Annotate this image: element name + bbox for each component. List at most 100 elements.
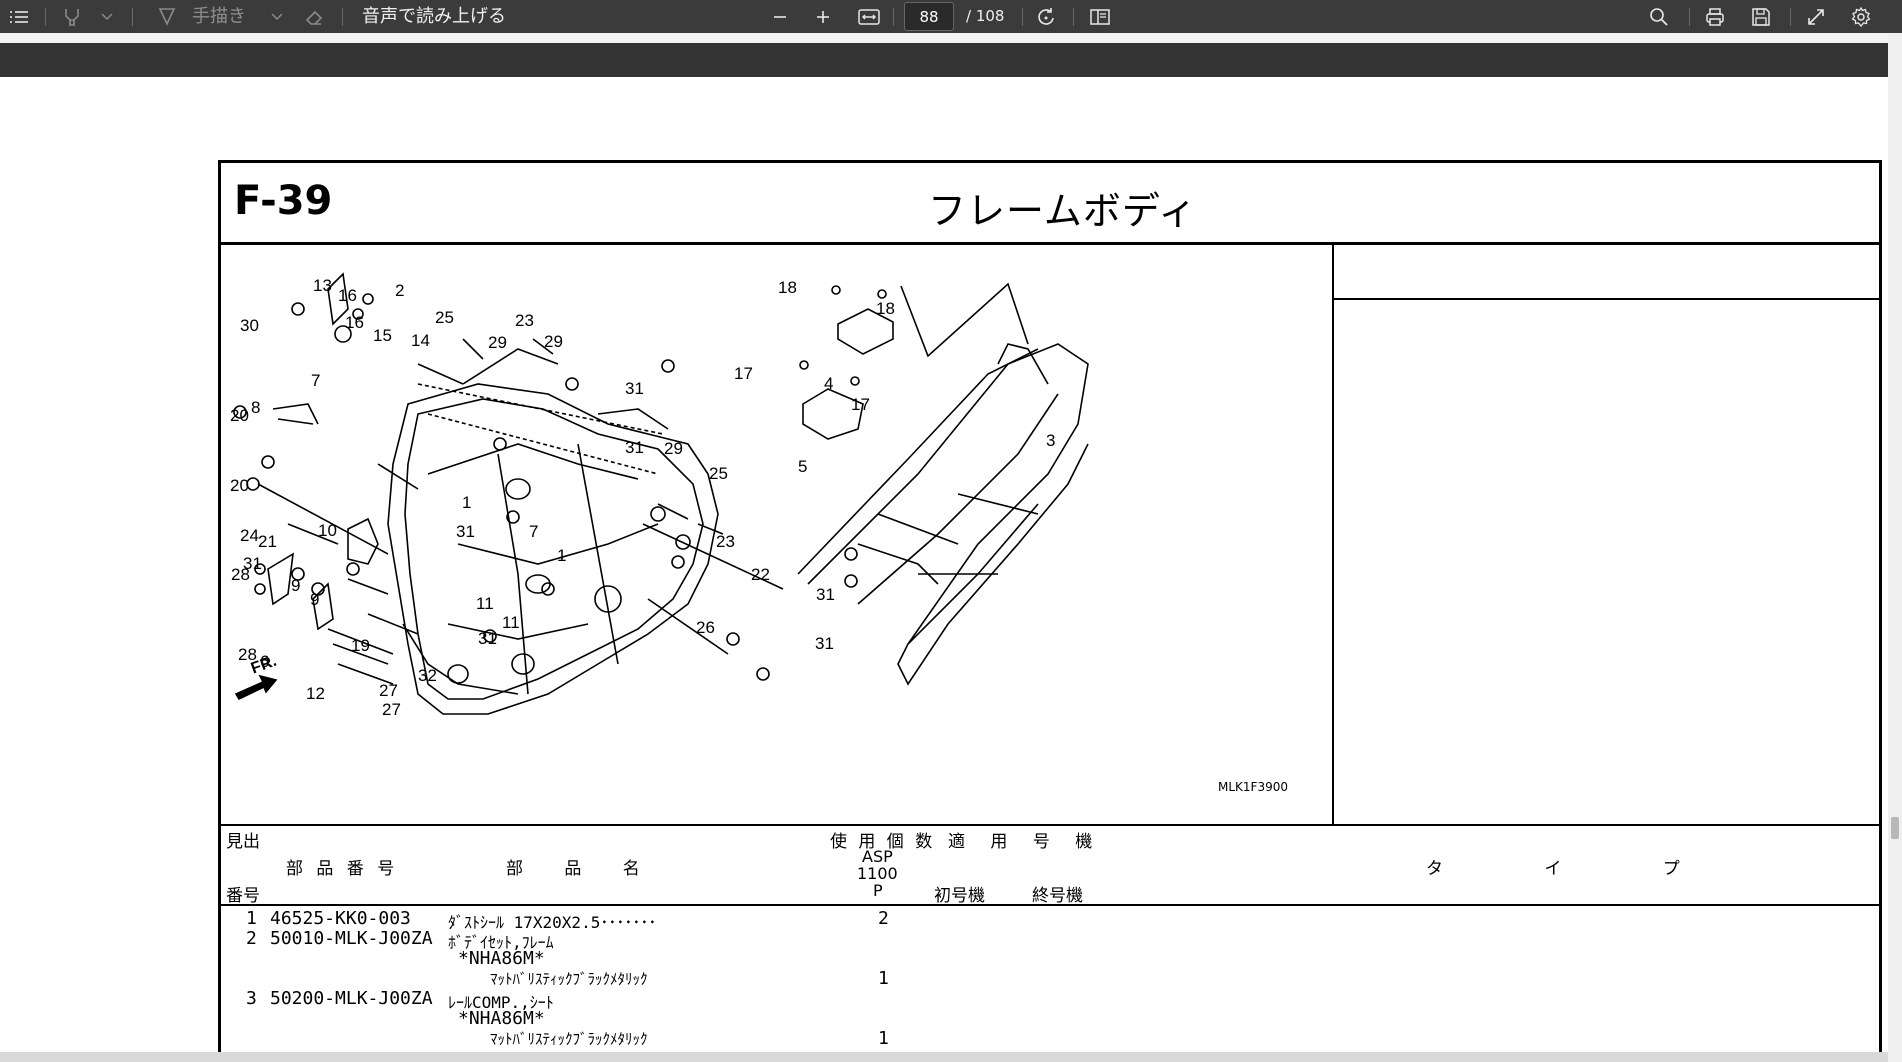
page-gap-strip <box>0 43 1902 77</box>
callout-number: 4 <box>824 374 833 393</box>
row-no: 3 <box>246 988 257 1009</box>
settings-gear-icon[interactable] <box>1848 0 1874 33</box>
callout-number: 16 <box>345 313 364 332</box>
callout-number: 32 <box>418 666 437 685</box>
side-box-divider <box>1333 298 1882 300</box>
header-bango: 番号 <box>226 886 260 906</box>
vertical-scroll-thumb[interactable] <box>1891 817 1899 839</box>
callout-number: 20 <box>230 476 249 495</box>
header-last-unit: 終号機 <box>1032 886 1083 906</box>
diagram-code: MLK1F3900 <box>1218 780 1288 794</box>
pdf-toolbar: 手描き 音声で読み上げる 88 / 108 <box>0 0 1902 33</box>
row-color-code: *NHA86M* <box>458 1008 545 1029</box>
callout-number: 7 <box>311 371 320 390</box>
callout-number: 18 <box>778 278 797 297</box>
callout-number: 29 <box>664 439 683 458</box>
highlighter-chevron-icon[interactable] <box>98 0 116 33</box>
callout-number: 9 <box>291 576 300 595</box>
callout-number: 11 <box>476 594 494 613</box>
header-part-name: 部 品 名 <box>506 859 658 879</box>
callout-number: 31 <box>625 379 644 398</box>
rotate-icon[interactable] <box>1033 0 1059 33</box>
fit-width-icon[interactable] <box>856 0 882 33</box>
zoom-in-icon[interactable] <box>811 0 835 33</box>
row-no: 1 <box>246 908 257 929</box>
row-qty: 2 <box>878 908 889 929</box>
row-part-number: 46525-KK0-003 <box>270 908 411 929</box>
diagram-right-border <box>1332 244 1334 824</box>
callout-number: 31 <box>456 522 475 541</box>
callout-number: 30 <box>240 316 259 335</box>
callout-number: 18 <box>876 299 895 318</box>
callout-number: 1 <box>462 493 471 512</box>
callout-number: 25 <box>435 308 454 327</box>
page-number-input[interactable]: 88 <box>904 2 954 31</box>
header-applicable: 適 用 号 機 <box>948 832 1103 852</box>
frame-body-diagram: 1316163071521425 2329 2920 83131 292520124 21… <box>230 272 1089 719</box>
callout-number: 23 <box>716 532 735 551</box>
diagram-bottom-border <box>218 824 1882 826</box>
callout-number: 13 <box>313 276 332 295</box>
vertical-scrollbar[interactable] <box>1888 33 1902 1062</box>
highlighter-icon[interactable] <box>60 0 84 33</box>
callout-number: 29 <box>488 333 507 352</box>
draw-label[interactable]: 手描き <box>192 0 246 33</box>
callout-number: 15 <box>373 326 392 345</box>
callout-number: 26 <box>696 618 715 637</box>
callout-number: 21 <box>258 532 277 551</box>
row-part-number: 50200-MLK-J00ZA <box>270 988 433 1009</box>
parts-catalog-page: F-39 フレームボディ 13 16 16 30 7 15 2 14 25 23… <box>218 160 1884 1062</box>
callout-number: 23 <box>515 311 534 330</box>
callout-number: 3 <box>1046 431 1055 450</box>
page-view-icon[interactable] <box>1087 0 1113 33</box>
horizontal-scrollbar[interactable] <box>0 1052 1888 1062</box>
callout-number: 31 <box>815 634 834 653</box>
callout-number: 31 <box>478 629 497 648</box>
callout-number: 19 <box>351 636 370 655</box>
callout-number: 31 <box>816 585 835 604</box>
callout-number: 11 <box>502 613 520 632</box>
callout-number: 25 <box>709 464 728 483</box>
contents-list-icon[interactable] <box>6 0 32 33</box>
search-icon[interactable] <box>1646 0 1672 33</box>
save-icon[interactable] <box>1748 0 1774 33</box>
header-midashi: 見出 <box>226 832 260 852</box>
callout-number: 1 <box>557 546 566 565</box>
callout-number: 10 <box>318 521 337 540</box>
header-model3: P <box>873 881 883 900</box>
draw-chevron-icon[interactable] <box>268 0 286 33</box>
row-qty: 1 <box>878 968 889 989</box>
callout-number: 5 <box>798 457 807 476</box>
row-color-name: ﾏｯﾄﾊﾞﾘｽﾃｨｯｸﾌﾞﾗｯｸﾒﾀﾘｯｸ <box>490 970 648 988</box>
row-color-name: ﾏｯﾄﾊﾞﾘｽﾃｨｯｸﾌﾞﾗｯｸﾒﾀﾘｯｸ <box>490 1030 648 1048</box>
callout-number: 12 <box>306 684 325 703</box>
callout-number: 17 <box>734 364 753 383</box>
header-part-number: 部 品 番 号 <box>286 859 399 879</box>
eraser-icon[interactable] <box>302 0 326 33</box>
figure-code: F-39 <box>234 178 333 224</box>
print-icon[interactable] <box>1702 0 1728 33</box>
header-type: タ イ プ <box>1426 859 1728 879</box>
callout-number: 7 <box>529 522 538 541</box>
callout-number: 29 <box>544 332 563 351</box>
page-total: / 108 <box>966 7 1005 25</box>
figure-title: フレームボディ <box>928 189 1198 233</box>
callout-number: 17 <box>851 395 870 414</box>
callout-number: 2 <box>395 281 404 300</box>
fullscreen-icon[interactable] <box>1803 0 1829 33</box>
callout-number: 9 <box>310 590 319 609</box>
callout-number: 27 <box>382 700 401 719</box>
read-aloud-button[interactable]: 音声で読み上げる <box>362 0 506 33</box>
callout-number: 16 <box>338 286 357 305</box>
row-part-number: 50010-MLK-J00ZA <box>270 928 433 949</box>
row-color-code: *NHA86M* <box>458 948 545 969</box>
callout-number: 31 <box>625 438 644 457</box>
header-first-unit: 初号機 <box>934 886 985 906</box>
row-qty: 1 <box>878 1028 889 1049</box>
callout-number: 20 <box>230 406 249 425</box>
callout-number: 8 <box>251 398 260 417</box>
draw-pen-icon[interactable] <box>156 0 178 33</box>
toolbar-divider-strip <box>0 33 1902 43</box>
zoom-out-icon[interactable] <box>768 0 792 33</box>
callout-number: 24 <box>240 526 259 545</box>
